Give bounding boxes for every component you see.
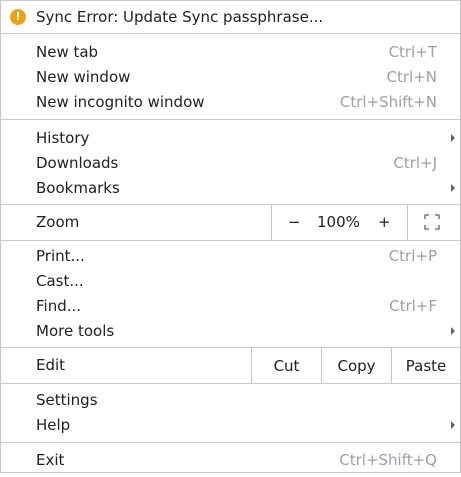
warning-icon: ! [10,9,26,25]
menu-item-shortcut: Ctrl+Shift+N [339,92,437,111]
copy-button[interactable]: Copy [321,348,391,383]
zoom-label: Zoom [36,213,80,231]
menu-item-sync-error[interactable]: ! Sync Error: Update Sync passphrase... [1,1,460,33]
menu-item-label: Find... [36,296,82,315]
menu-item-downloads[interactable]: Downloads Ctrl+J [1,150,460,175]
zoom-controls: − 100% + [271,205,408,240]
menu-item-new-tab[interactable]: New tab Ctrl+T [1,39,460,64]
menu-item-label: More tools [36,321,115,340]
menu-item-label: History [36,128,90,147]
menu-item-label: Bookmarks [36,178,120,197]
menu-item-label: Print... [36,246,85,265]
menu-item-settings[interactable]: Settings [1,387,460,412]
fullscreen-icon[interactable] [424,214,440,230]
menu-item-help[interactable]: Help [1,412,460,437]
menu-item-label: New incognito window [36,92,205,111]
menu-item-history[interactable]: History [1,125,460,150]
menu-item-label: New window [36,67,131,86]
menu-item-cast[interactable]: Cast... [1,268,460,293]
menu-item-label: Exit [36,451,65,469]
cut-button[interactable]: Cut [251,348,321,383]
menu-item-shortcut: Ctrl+F [389,296,437,315]
submenu-arrow-icon [451,133,455,142]
menu-item-shortcut: Ctrl+J [393,153,437,172]
menu-item-new-incognito-window[interactable]: New incognito window Ctrl+Shift+N [1,89,460,114]
menu-item-shortcut: Ctrl+T [388,42,437,61]
menu-item-label: Downloads [36,153,119,172]
submenu-arrow-icon [451,420,455,429]
edit-row: Edit Cut Copy Paste [1,347,460,384]
sync-error-label: Sync Error: Update Sync passphrase... [36,8,324,26]
menu-item-label: New tab [36,42,99,61]
menu-item-more-tools[interactable]: More tools [1,318,460,343]
zoom-in-button[interactable]: + [378,213,391,231]
menu-item-shortcut: Ctrl+P [388,246,437,265]
menu-item-label: Cast... [36,271,84,290]
menu-item-new-window[interactable]: New window Ctrl+N [1,64,460,89]
menu-item-exit[interactable]: Exit Ctrl+Shift+Q [1,443,460,477]
menu-item-shortcut: Ctrl+Shift+Q [339,451,437,469]
menu-item-label: Help [36,415,71,434]
paste-button[interactable]: Paste [391,348,460,383]
edit-label: Edit [36,356,66,374]
menu-item-label: Settings [36,390,98,409]
zoom-out-button[interactable]: − [288,213,301,231]
submenu-arrow-icon [451,326,455,335]
zoom-row: Zoom − 100% + [1,204,460,241]
menu-item-shortcut: Ctrl+N [386,67,437,86]
menu-item-find[interactable]: Find... Ctrl+F [1,293,460,318]
menu-item-print[interactable]: Print... Ctrl+P [1,243,460,268]
submenu-arrow-icon [451,183,455,192]
zoom-level: 100% [317,213,360,231]
menu-item-bookmarks[interactable]: Bookmarks [1,175,460,200]
app-menu: ! Sync Error: Update Sync passphrase... … [0,0,461,473]
